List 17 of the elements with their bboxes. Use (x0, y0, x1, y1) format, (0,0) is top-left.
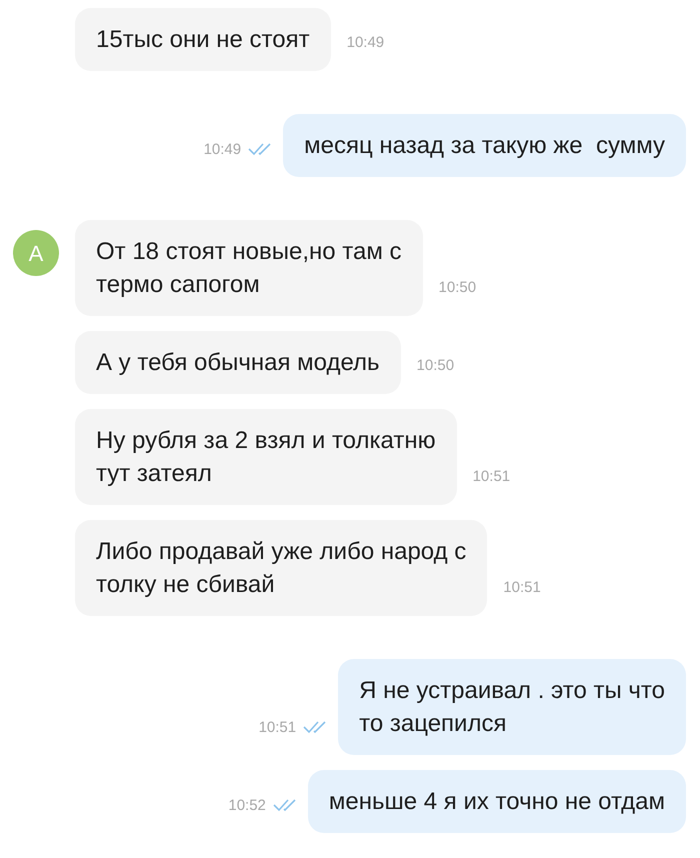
message-time: 10:52 (228, 796, 266, 816)
message-bubble: От 18 стоят новые,но там с термо сапогом (75, 220, 423, 316)
message-time: 10:51 (472, 468, 510, 485)
message-time: 10:51 (503, 579, 541, 596)
message-bubble: Ну рубля за 2 взял и толкатню тут затеял (75, 409, 457, 505)
message-bubble: Либо продавай уже либо народ с толку не сбивай (75, 520, 488, 616)
message-time: 10:50 (438, 279, 476, 296)
message-bubble: месяц назад за такую же сумму (283, 114, 686, 177)
message-bubble: 15тыс они не стоят (75, 8, 331, 71)
message-bubble: Я не устраивал . это ты что то зацепился (338, 659, 686, 755)
message-bubble: меньше 4 я их точно не отдам (308, 770, 686, 833)
message-time: 10:50 (416, 357, 454, 374)
message-time: 10:49 (204, 140, 242, 160)
message-bubble: А у тебя обычная модель (75, 331, 401, 394)
avatar[interactable]: А (13, 230, 59, 276)
message-time: 10:49 (346, 34, 384, 51)
message-time: 10:51 (258, 718, 296, 738)
